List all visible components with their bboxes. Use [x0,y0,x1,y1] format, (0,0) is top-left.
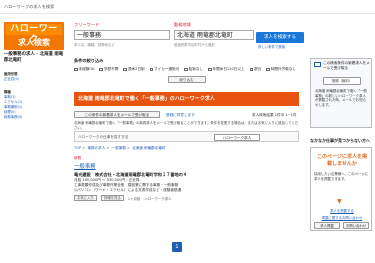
job-detail-line: ◎パソコン（ワード・エクセル）による文書作成など・経験者優遇 [74,188,182,192]
posted-time: 1ヶ月前 [127,196,141,201]
mail-alert-title: この検索条件の新着求人をメールで受け取る [323,61,370,70]
logo-line1: ハローワーク [6,24,62,45]
employer-section-title: なかなか仕事が見つからない方へ [310,138,370,143]
freeword-input[interactable]: 一般事務 [74,30,170,40]
sidebar-section-head: 職種 [4,90,11,94]
filter-title: 条件の絞り込み [74,58,104,63]
filter-checkboxes: 未経験OK 学歴不問 週休2日制 マイカー通勤可 転勤なし 年間休日120日以上… [74,67,299,72]
checkbox-label: 駅近 [254,67,262,71]
sidebar-item[interactable]: 経理(0) [4,110,16,114]
freeword-hint: 求人名、職種、勤務地など [74,43,115,47]
tip-button[interactable]: ハローワーク求人 [214,133,260,141]
advanced-search-link[interactable]: 詳しい条件で検索 [258,44,285,49]
top-bar: ハローワークの求人を検索 [0,0,375,14]
contact-button[interactable]: お問い合わせ [343,222,369,229]
breadcrumb-item[interactable]: 北海道 雨竜郡北竜町 [132,146,166,150]
filter-checkbox[interactable]: マイカー通勤可 [149,67,180,72]
sidebar-section-head: 雇用形態 [4,72,18,76]
sidebar-item[interactable]: 正社員(0) [4,77,19,81]
filter-checkbox[interactable]: 週休2日制 [123,67,145,72]
checkbox-label: 時間外労働なし [270,67,296,71]
source-label: ハローワーク求人 [144,196,172,201]
logo-line2: 求人検索 [18,38,50,47]
checkbox-icon[interactable] [266,67,270,72]
mail-icon [314,62,321,67]
mail-note: 北海道 雨竜郡北竜町で働く「一般事務」の新着求人をメールで受け取ることができます… [74,121,299,130]
checkbox-icon[interactable] [74,67,78,72]
new-badge: 新着 [74,156,82,160]
checkbox-label: 未経験OK [78,67,95,71]
filter-conditions: 条件の絞り込み 未経験OK 学歴不問 週休2日制 マイカー通勤可 転勤なし 年間… [74,58,299,83]
filter-checkbox[interactable]: 年間休日120日以上 [208,67,245,72]
tip-box: ハローワークの仕事を探す方法 ハローワーク求人 [74,131,299,142]
checkbox-label: 学歴不問 [103,67,119,71]
checkbox-label: 年間休日120日以上 [212,67,245,71]
detail-button[interactable]: 詳細を見る [100,195,124,201]
sidebar-item[interactable]: 事務(1) [4,95,16,99]
search-button[interactable]: 求人を検索する [256,32,304,43]
sidebar-item[interactable]: 事務補助(1) [4,105,22,109]
filter-checkbox[interactable]: 未経験OK [74,67,94,72]
area-input[interactable]: 北海道 雨竜郡北竜町 [174,30,254,40]
filter-checkbox[interactable]: 駅近 [249,67,262,72]
inquiry-link[interactable]: 掲載に関するお問い合わせ [314,215,370,220]
mail-register-button[interactable]: 登録（無料） [323,77,361,85]
checkbox-icon[interactable] [123,67,127,72]
filter-checkbox[interactable]: 時間外労働なし [266,67,296,72]
employer-desc: 採用したい企業様へ。このページに求人を掲載できます。 [314,172,369,181]
freeword-label: フリーワード [74,22,100,27]
breadcrumb-separator: > [106,146,110,150]
checkbox-icon[interactable] [184,67,188,72]
filter-checkbox[interactable]: 転勤なし [184,67,203,72]
checkbox-icon[interactable] [249,67,254,72]
mail-subscribe-button[interactable]: この条件の新着求人をメールで受け取る [74,111,160,118]
job-title-link[interactable]: 一般事務 [74,162,299,170]
sidebar-item[interactable]: エクセル(1) [4,100,22,104]
employer-box: このページに求人を掲載しませんか 採用したい企業様へ。このページに求人を掲載でき… [310,147,372,231]
favorite-button[interactable]: お気に入り [74,195,97,201]
sidebar-section-job: 職種 事務(1) エクセル(1) 事務補助(1) 経理(0) 総務事務(0) [4,90,64,120]
sidebar-title: 一般事務の求人 - 北海道 雨竜郡北竜町 [4,52,64,63]
post-job-link[interactable]: 求人を掲載する [314,208,370,213]
post-job-button[interactable]: 求人掲載 [314,222,340,229]
checkbox-icon[interactable] [99,67,103,72]
consent-link[interactable]: 登録に同意します [166,113,195,118]
checkbox-icon[interactable] [149,67,154,72]
breadcrumb-item[interactable]: TOP [74,146,81,150]
checkbox-label: 転勤なし [188,67,204,71]
site-title: ハローワークの求人を検索 [4,4,55,9]
result-count: 求人検索結果 1件中 1~1件 [252,112,297,117]
breadcrumb: TOP> 事務の求人> 一般事務> 北海道 雨竜郡北竜町 [74,146,166,151]
sidebar-section-employment: 雇用形態 正社員(0) [4,72,64,82]
employer-buttons: 求人掲載 お問い合わせ [314,222,369,229]
filter-checkbox[interactable]: 学歴不問 [99,67,118,72]
breadcrumb-item[interactable]: 事務の求人 [87,146,105,150]
sidebar-item[interactable]: 総務事務(0) [4,115,22,119]
employer-headline: このページに求人を掲載しませんか [317,154,367,167]
tip-text: ハローワークの仕事を探す方法 [78,135,129,139]
breadcrumb-separator: > [82,146,86,150]
job-footer: お気に入り 詳細を見る 1ヶ月前 ハローワーク求人 [74,195,299,201]
checkbox-icon[interactable] [208,67,212,72]
sidebar: 一般事務の求人 - 北海道 雨竜郡北竜町 雇用形態 正社員(0) 職種 事務(1… [4,52,64,120]
area-hint: 都道府県市区町村から選択 [174,43,215,47]
job-listing: 新着 一般事務 竜光建設 株式会社・北海道雨竜郡北竜町字和１７番地の４ 月給 1… [74,156,299,201]
site-logo[interactable]: ハローワーク 求人検索 [4,22,64,50]
breadcrumb-separator: > [126,146,130,150]
page-button-current[interactable]: 1 [172,242,182,252]
checkbox-label: マイカー通勤可 [154,67,180,71]
area-label: 勤務地域 [174,22,191,27]
narrow-button[interactable]: 絞り込む [167,76,206,83]
mail-alert-box: この検索条件の新着求人をメールで受け取る 登録（無料） 北海道 雨竜郡北竜町で働… [310,58,372,128]
results-banner: 北海道 雨竜郡北竜町で働く「一般事務」のハローワーク求人 [74,92,299,106]
checkbox-label: 週休2日制 [127,67,145,71]
mail-alert-desc: 北海道 雨竜郡北竜町で働く「一般事務」の新しいハローワーク求人が掲載された時、メ… [315,89,367,107]
right-column: この検索条件の新着求人をメールで受け取る 登録（無料） 北海道 雨竜郡北竜町で働… [310,58,372,231]
breadcrumb-item[interactable]: 一般事務 [112,146,126,150]
arrow-down-icon: ▼ [337,198,342,205]
